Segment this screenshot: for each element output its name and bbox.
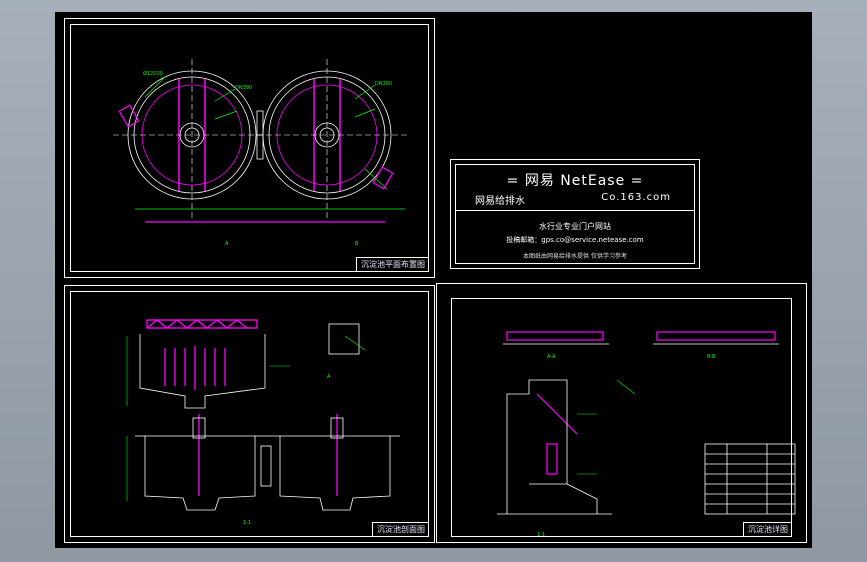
svg-text:DN300: DN300: [375, 81, 392, 87]
svg-text:1-1: 1-1: [537, 532, 545, 538]
sheet-details: 沉淀池详图 A-A B-B 1-1: [436, 283, 807, 543]
logo-subtitle-left: 网易给排水: [475, 196, 525, 207]
details-drawing: A-A B-B 1-1: [497, 331, 796, 538]
logo-subtitle-right: Co.163.com: [601, 192, 671, 203]
svg-text:1-1: 1-1: [243, 520, 251, 526]
logo-slogan: 水行业专业门户网站: [539, 222, 611, 231]
svg-text:A-A: A-A: [547, 354, 556, 360]
model-space[interactable]: 沉淀池平面布置图 Ø12000 DN300 DN300 A B = 网易 Net…: [55, 12, 812, 548]
logo-title: = 网易 NetEase =: [506, 173, 644, 189]
logo-email: 投稿邮箱：gps.co@service.netease.com: [506, 236, 644, 244]
svg-text:A: A: [225, 241, 229, 247]
logo-block: = 网易 NetEase = 网易给排水 Co.163.com 水行业专业门户网…: [450, 159, 700, 269]
sheet-plan: 沉淀池平面布置图 Ø12000 DN300 DN300 A B: [64, 18, 435, 278]
svg-text:B: B: [355, 241, 359, 247]
sections-drawing: 1-1 A: [126, 319, 400, 526]
svg-text:DN300: DN300: [235, 85, 252, 91]
sheet-sections: 沉淀池剖面图 1-1 A: [64, 285, 435, 543]
svg-text:Ø12000: Ø12000: [143, 70, 163, 77]
cad-viewport[interactable]: 沉淀池平面布置图 Ø12000 DN300 DN300 A B = 网易 Net…: [0, 0, 867, 562]
plan-drawing: Ø12000 DN300 DN300 A B: [113, 59, 410, 247]
svg-text:B-B: B-B: [707, 354, 716, 360]
logo-note: 本图纸由网易给排水提供 仅供学习参考: [523, 253, 627, 260]
svg-text:A: A: [327, 374, 331, 380]
